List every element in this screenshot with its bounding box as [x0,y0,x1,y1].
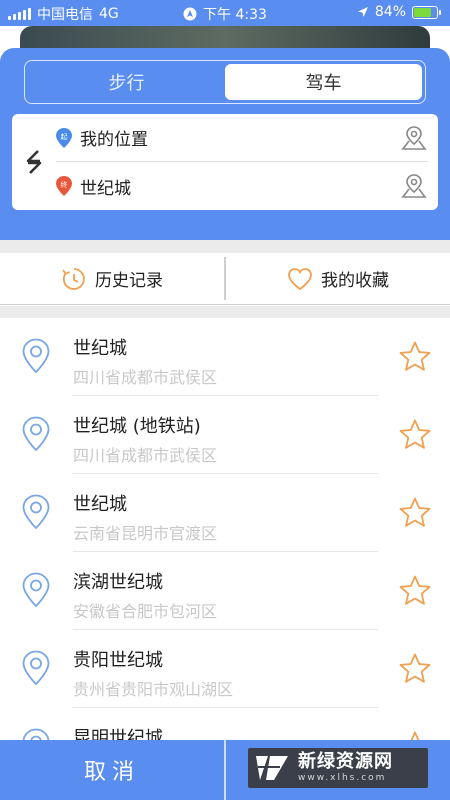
result-address: 云南省昆明市官渡区 [73,524,218,543]
location-arrow-icon [357,7,368,17]
start-marker-label: 起 [61,133,68,141]
bottom-bar: 取消 新绿资源网 www.xlhs.com [0,740,450,800]
destination-text: 世纪城 [80,178,131,199]
search-results-list: 世纪城 四川省成都市武侯区 世纪城 (地铁站) 四川省成都市武侯区 世纪城 云南… [0,318,450,740]
history-clock-icon [62,267,85,290]
start-pin-icon: 起 [56,127,72,148]
result-title: 世纪城 (地铁站) [73,416,201,437]
star-icon[interactable] [398,574,432,608]
swap-icon[interactable] [22,148,46,176]
bottom-right-area: 新绿资源网 www.xlhs.com [226,740,450,800]
pick-destination-location-icon[interactable] [400,173,428,199]
watermark-logo: 新绿资源网 www.xlhs.com [248,748,428,788]
result-address: 四川省成都市武侯区 [73,368,218,387]
location-pin-icon [22,728,50,740]
location-pin-icon [22,416,50,452]
result-title: 贵阳世纪城 [73,650,163,671]
pick-start-location-icon[interactable] [400,125,428,151]
location-pin-icon [22,572,50,608]
network-label: 4G [99,6,119,22]
history-button[interactable]: 历史记录 [0,253,224,304]
separator [0,240,450,253]
watermark-logo-icon [256,756,288,780]
route-panel: 步行 驾车 起 我的位置 终 世纪城 [0,48,450,240]
list-item[interactable]: 滨湖世纪城 安徽省合肥市包河区 [0,552,450,630]
end-marker-label: 终 [61,180,68,189]
tab-drive[interactable]: 驾车 [225,64,422,100]
history-label: 历史记录 [95,271,163,291]
list-item[interactable]: 贵阳世纪城 贵州省贵阳市观山湖区 [0,630,450,708]
separator [0,306,450,318]
watermark-url: www.xlhs.com [298,773,387,783]
watermark-name: 新绿资源网 [298,751,393,772]
start-row[interactable]: 起 我的位置 [56,114,428,162]
location-pin-icon [22,650,50,686]
battery-icon [412,5,441,19]
result-address: 贵州省贵阳市观山湖区 [73,680,234,699]
result-title: 滨湖世纪城 [73,572,163,593]
route-card: 起 我的位置 终 世纪城 [12,114,438,210]
navigation-status-icon [183,7,197,21]
favorites-label: 我的收藏 [321,271,389,291]
result-title: 昆明世纪城 [73,728,163,740]
result-title: 世纪城 [73,338,127,359]
star-icon[interactable] [398,496,432,530]
travel-mode-switch: 步行 驾车 [24,60,426,104]
end-pin-icon: 终 [56,176,72,196]
list-item[interactable]: 世纪城 云南省昆明市官渡区 [0,474,450,552]
heart-icon [288,267,312,290]
result-title: 世纪城 [73,494,127,515]
carrier-label: 中国电信 [37,7,93,23]
status-right: 84% [357,4,441,20]
status-center: 下午 4:33 [183,4,267,24]
cancel-button[interactable]: 取消 [0,740,224,800]
star-icon[interactable] [398,730,432,740]
destination-row[interactable]: 终 世纪城 [56,162,428,210]
star-icon[interactable] [398,652,432,686]
start-location-text: 我的位置 [80,130,148,150]
result-address: 四川省成都市武侯区 [73,446,218,465]
battery-fill [414,7,431,17]
history-favorites-tabs: 历史记录 我的收藏 [0,253,450,305]
status-left: 中国电信 4G [8,4,119,24]
favorites-button[interactable]: 我的收藏 [226,253,450,304]
battery-percent: 84% [374,4,406,20]
list-item[interactable]: 昆明世纪城 [0,708,450,740]
list-item[interactable]: 世纪城 (地铁站) 四川省成都市武侯区 [0,396,450,474]
result-address: 安徽省合肥市包河区 [73,602,218,621]
star-icon[interactable] [398,418,432,452]
star-icon[interactable] [398,340,432,374]
status-bar: 中国电信 4G 下午 4:33 84% [0,0,450,26]
watermark-text: 新绿资源网 www.xlhs.com [298,752,393,784]
location-pin-icon [22,494,50,530]
location-pin-icon [22,338,50,374]
tab-walk[interactable]: 步行 [28,64,225,100]
signal-icon [8,8,31,20]
list-item[interactable]: 世纪城 四川省成都市武侯区 [0,318,450,396]
clock: 下午 4:33 [203,7,267,23]
